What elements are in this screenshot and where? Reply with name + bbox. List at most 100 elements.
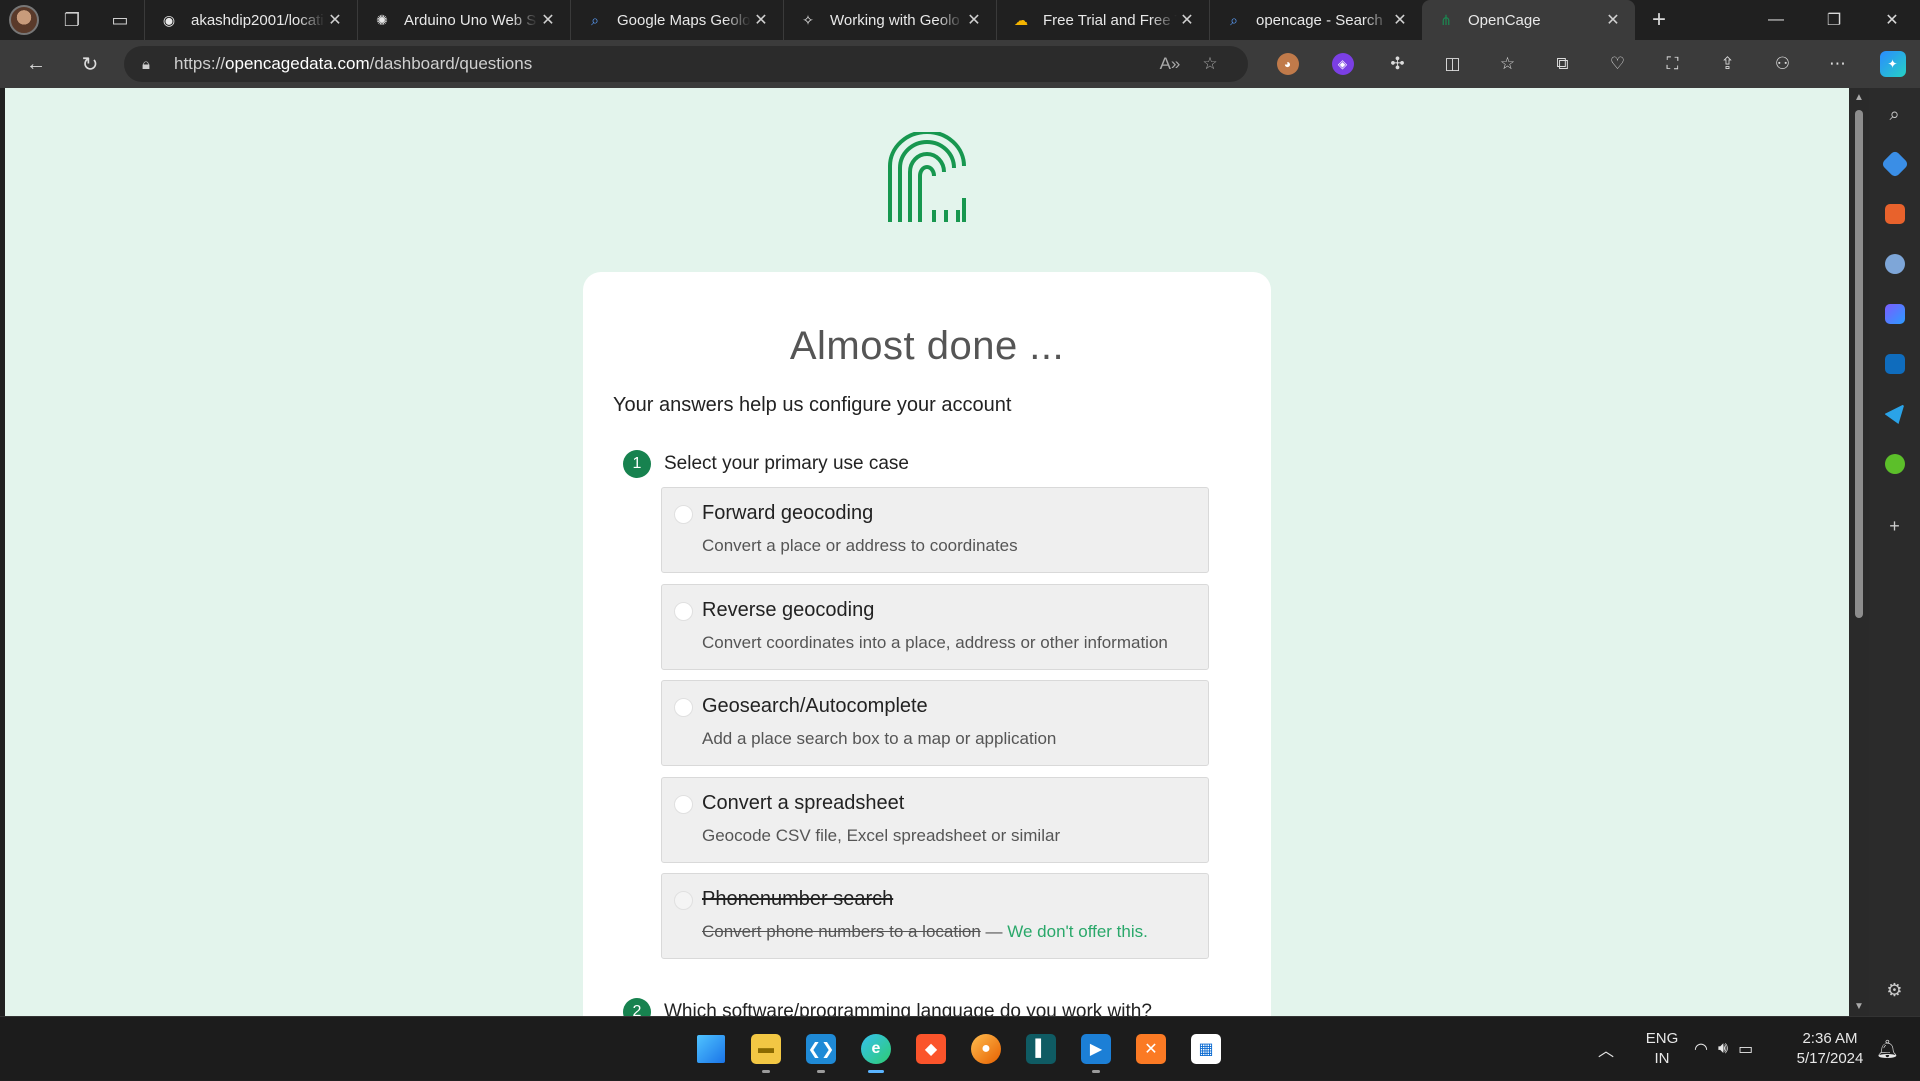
chatgpt-icon: ✺ — [376, 11, 388, 28]
terminal-app[interactable]: ▌ — [1019, 1027, 1063, 1071]
close-tab-icon[interactable]: ✕ — [538, 10, 558, 30]
windows-logo-icon — [697, 1035, 725, 1063]
radio-button[interactable] — [674, 795, 693, 814]
tab-geolocation[interactable]: ✧ Working with Geolo ✕ — [783, 0, 996, 40]
language-indicator[interactable]: ENG IN — [1640, 1017, 1684, 1081]
option-geosearch-autocomplete[interactable]: Geosearch/Autocomplete Add a place searc… — [661, 680, 1209, 766]
option-title: Convert a spreadsheet — [702, 792, 905, 814]
opencage-favicon: ⋔ — [1440, 11, 1452, 28]
store-icon: ▦ — [1191, 1034, 1221, 1064]
option-forward-geocoding[interactable]: Forward geocoding Convert a place or add… — [661, 487, 1209, 573]
games-icon[interactable] — [1869, 244, 1920, 284]
outlook-icon[interactable] — [1869, 344, 1920, 384]
tab-chatgpt[interactable]: ✺ Arduino Uno Web S ✕ — [357, 0, 570, 40]
clock[interactable]: 2:36 AM 5/17/2024 — [1790, 1017, 1870, 1081]
xampp-app[interactable]: ✕ — [1129, 1027, 1173, 1071]
tab-google-maps-search[interactable]: ⌕ Google Maps Geolo ✕ — [570, 0, 783, 40]
tab-google-cloud[interactable]: ☁ Free Trial and Free T ✕ — [996, 0, 1209, 40]
radio-button[interactable] — [674, 602, 693, 621]
vertical-tabs-icon[interactable]: ▭ — [96, 0, 144, 40]
radio-button[interactable] — [674, 505, 693, 524]
running-indicator — [1092, 1070, 1100, 1073]
back-button[interactable]: ← — [10, 40, 62, 88]
tree-icon[interactable] — [1869, 444, 1920, 484]
telegram-icon[interactable] — [1869, 394, 1920, 434]
step-question: Select your primary use case — [664, 453, 909, 474]
profile-avatar[interactable] — [0, 0, 48, 40]
vscode-app[interactable]: ❮❯ — [799, 1027, 843, 1073]
close-tab-icon[interactable]: ✕ — [964, 10, 984, 30]
copilot-icon[interactable]: ✦ — [1865, 40, 1920, 88]
address-bar[interactable]: 🔒︎ https://opencagedata.com/dashboard/qu… — [124, 46, 1248, 82]
brave-app[interactable]: ◆ — [909, 1027, 953, 1071]
close-tab-icon[interactable]: ✕ — [1390, 10, 1410, 30]
scroll-up-arrow-icon[interactable]: ▲ — [1853, 92, 1865, 103]
show-hidden-icons[interactable]: ︿ — [1598, 1017, 1614, 1081]
new-tab-button[interactable]: + — [1635, 0, 1683, 40]
toolbar-right: ◕ ◈ ✣ ◫ ☆ ⧉ ♡ ⛶ ⇪ ⚇ ⋯ ✦ — [1260, 40, 1920, 88]
firefox-app[interactable]: ● — [964, 1027, 1008, 1071]
minimize-button[interactable]: — — [1748, 0, 1804, 40]
step-number-badge: 1 — [623, 450, 651, 478]
tab-github[interactable]: ◉ akashdip2001/locati ✕ — [144, 0, 357, 40]
workspaces-icon[interactable]: ❐ — [48, 0, 96, 40]
url-path: /dashboard/questions — [369, 54, 533, 73]
sidebar-search-icon[interactable]: ⌕ — [1869, 94, 1920, 134]
microsoft-store-app[interactable]: ▦ — [1184, 1027, 1228, 1071]
tab-opencage-search[interactable]: ⌕ opencage - Search ✕ — [1209, 0, 1422, 40]
close-window-button[interactable]: ✕ — [1864, 0, 1920, 40]
extensions-icon[interactable]: ✣ — [1370, 40, 1425, 88]
copilot-sidebar-icon[interactable] — [1869, 294, 1920, 334]
bing-search-icon: ⌕ — [1230, 11, 1238, 28]
add-sidebar-app-icon[interactable]: + — [1869, 506, 1920, 546]
scrollbar-thumb[interactable] — [1855, 110, 1863, 618]
option-title: Geosearch/Autocomplete — [702, 695, 928, 717]
radio-button[interactable] — [674, 698, 693, 717]
browser-essentials-icon[interactable]: ♡ — [1590, 40, 1645, 88]
sidebar-settings-gear-icon[interactable]: ⚙ — [1869, 970, 1920, 1010]
edge-app[interactable]: e — [854, 1027, 898, 1073]
refresh-button[interactable]: ↻ — [64, 40, 116, 88]
navigation-bar: ← ↻ 🔒︎ https://opencagedata.com/dashboar… — [0, 40, 1920, 88]
file-explorer-app[interactable]: ▬ — [744, 1027, 788, 1073]
option-description: Geocode CSV file, Excel spreadsheet or s… — [702, 826, 1061, 845]
restore-button[interactable]: ❐ — [1806, 0, 1862, 40]
split-screen-icon[interactable]: ◫ — [1425, 40, 1480, 88]
extension-purple-icon[interactable]: ◈ — [1315, 40, 1370, 88]
option-reverse-geocoding[interactable]: Reverse geocoding Convert coordinates in… — [661, 584, 1209, 670]
collections-icon[interactable]: ⧉ — [1535, 40, 1590, 88]
tab-opencage[interactable]: ⋔ OpenCage ✕ — [1422, 0, 1635, 40]
page-scrollbar[interactable]: ▲ ▼ — [1849, 88, 1869, 1016]
step-2: 2 Which software/programming language do… — [623, 998, 1152, 1016]
system-tray-status[interactable]: ◠ 🔊︎ ▭ — [1694, 1017, 1753, 1081]
page-viewport: Almost done ... Your answers help us con… — [5, 88, 1849, 1016]
close-tab-icon[interactable]: ✕ — [1177, 10, 1197, 30]
url-text[interactable]: https://opencagedata.com/dashboard/quest… — [174, 54, 1150, 74]
edge-sidebar: ⌕ + ⚙ — [1869, 88, 1920, 1016]
close-tab-icon[interactable]: ✕ — [751, 10, 771, 30]
lock-icon[interactable]: 🔒︎ — [142, 56, 166, 73]
extension-owl-icon[interactable]: ◕ — [1260, 40, 1315, 88]
favorite-star-icon[interactable]: ☆ — [1190, 54, 1230, 74]
opencage-logo — [888, 132, 966, 222]
option-convert-spreadsheet[interactable]: Convert a spreadsheet Geocode CSV file, … — [661, 777, 1209, 863]
option-title: Forward geocoding — [702, 502, 874, 524]
page-title: Almost done ... — [789, 324, 1065, 368]
github-icon: ◉ — [162, 11, 176, 28]
share-icon[interactable]: ⇪ — [1700, 40, 1755, 88]
read-aloud-icon[interactable]: A» — [1150, 54, 1190, 74]
start-button[interactable] — [689, 1027, 733, 1071]
scroll-down-arrow-icon[interactable]: ▼ — [1853, 1001, 1865, 1012]
windows-taskbar: ▬ ❮❯ e ◆ ● ▌ ▶ ✕ ▦ ︿ ENG IN ◠ 🔊︎ ▭ 2:36 A… — [0, 1016, 1920, 1080]
screenshot-icon[interactable]: ⛶ — [1645, 40, 1700, 88]
close-tab-icon[interactable]: ✕ — [1603, 10, 1623, 30]
favorites-icon[interactable]: ☆ — [1480, 40, 1535, 88]
close-tab-icon[interactable]: ✕ — [325, 10, 345, 30]
profile-sync-icon[interactable]: ⚇ — [1755, 40, 1810, 88]
tab-strip: ❐ ▭ ◉ akashdip2001/locati ✕ ✺ Arduino Un… — [0, 0, 1920, 40]
remote-app[interactable]: ▶ — [1074, 1027, 1118, 1073]
tools-briefcase-icon[interactable] — [1869, 194, 1920, 234]
notifications-bell-icon[interactable]: 🔔︎ — [1876, 1017, 1899, 1081]
more-menu-icon[interactable]: ⋯ — [1810, 40, 1865, 88]
shopping-tag-icon[interactable] — [1869, 144, 1920, 184]
